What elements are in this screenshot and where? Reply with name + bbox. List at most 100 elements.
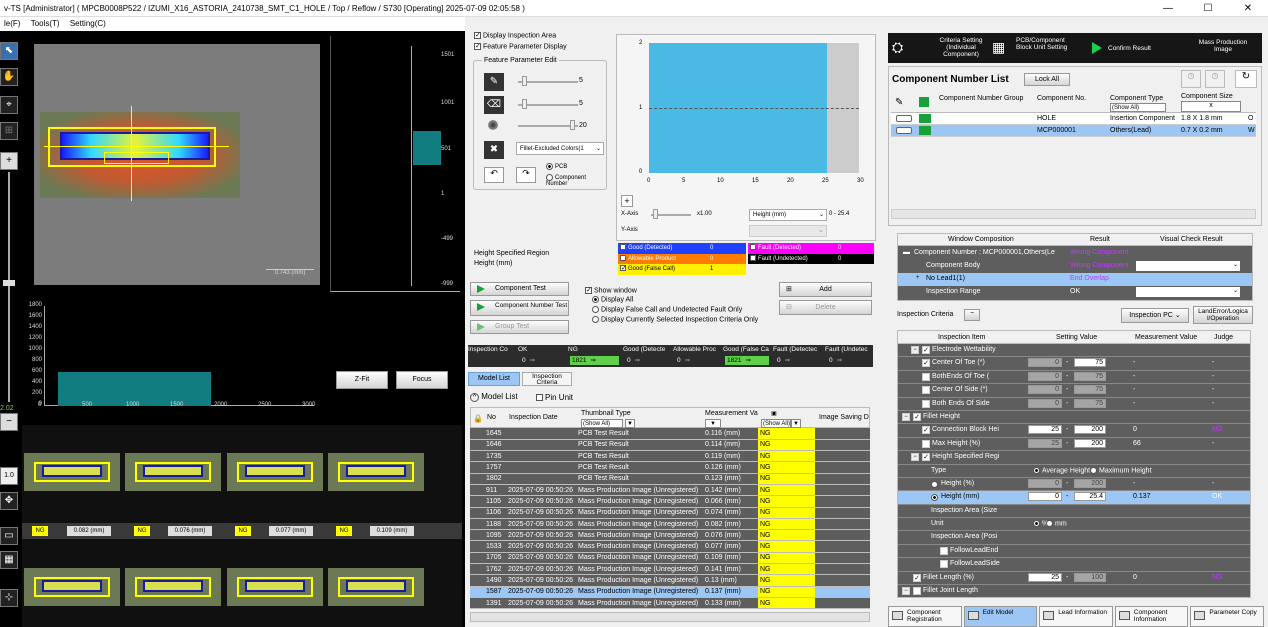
criteria-checkbox[interactable] — [922, 439, 930, 448]
criteria-row[interactable]: ✓ Fillet Length (%) 25-100 0 NG — [898, 572, 1250, 586]
criteria-radio[interactable] — [931, 494, 938, 502]
expand-icon[interactable]: + — [916, 275, 920, 281]
col-component-size[interactable]: Component Size — [1181, 93, 1233, 100]
group-test-button[interactable]: Group Test — [470, 320, 569, 334]
pen-slider[interactable] — [518, 81, 578, 83]
col-inspection-date[interactable]: Inspection Date — [509, 414, 558, 421]
mass-production-button[interactable]: Mass Production Image — [1180, 35, 1260, 61]
criteria-row[interactable]: Max Height (%) 25-200 66- — [898, 438, 1250, 452]
zoom-value[interactable]: 1.0 — [0, 467, 18, 485]
cnl-row[interactable]: HOLE Insertion Component 1.8 X 1.8 mm O — [891, 113, 1256, 125]
setting-high-input[interactable]: 200 — [1074, 425, 1106, 435]
criteria-checkbox[interactable] — [922, 372, 930, 381]
component-number-radio[interactable]: Component Number — [546, 174, 606, 187]
criteria-row[interactable]: ✓ Connection Block Hei 25-200 0 NG — [898, 424, 1250, 438]
criteria-checkbox[interactable]: ✓ — [913, 412, 921, 421]
dropdown-icon[interactable]: ▼ — [791, 419, 801, 428]
col-no[interactable]: No — [487, 414, 496, 421]
measure-tool-icon[interactable]: ⊞ — [0, 122, 18, 140]
feature-param-display-checkbox[interactable]: ✓ Feature Parameter Display — [474, 43, 567, 50]
table-row[interactable]: 1188 2025-07-09 00:50:26 Mass Production I… — [470, 518, 870, 531]
table-row[interactable]: 1105 2025-07-09 00:50:26 Mass Production I… — [470, 495, 870, 508]
setting-low-input[interactable]: 25 — [1028, 425, 1062, 435]
clock-icon[interactable]: ◷ — [1181, 70, 1201, 88]
pcb-radio[interactable]: PCB — [546, 163, 567, 170]
zfit-button[interactable]: Z-Fit — [336, 371, 388, 389]
tab-model-list[interactable]: Model List — [468, 372, 520, 386]
criteria-row[interactable]: − ✓ Fillet Height — [898, 411, 1250, 425]
criteria-row[interactable]: − ✓ Electrode Wettability — [898, 344, 1250, 358]
fillet-color-select[interactable]: Fillet-Excluded Colors(1 ⌄ — [516, 142, 604, 155]
setting-high-input[interactable]: 75 — [1074, 398, 1106, 408]
thumbnail[interactable] — [227, 453, 323, 491]
add-axis-icon[interactable]: + — [621, 195, 633, 207]
criteria-setting-button[interactable]: ⛭ Criteria Setting (Individual Component… — [890, 35, 986, 61]
criteria-row[interactable]: Inspection Area (Posi — [898, 531, 1250, 545]
grid-icon[interactable]: ⊹ — [0, 589, 18, 607]
col-component-group[interactable]: Component Number Group — [939, 95, 1023, 102]
setting-low-input[interactable]: 0 — [1028, 358, 1062, 368]
criteria-row[interactable]: Both Ends Of Side 0-75- - — [898, 398, 1250, 411]
cnl-row-selected[interactable]: MCP000001 Others(Lead) 0.7 X 0.2 mm W — [891, 125, 1256, 137]
show-window-checkbox[interactable]: ✓ Show window — [585, 287, 637, 294]
thumbnail[interactable] — [125, 568, 221, 606]
collapse-icon[interactable]: − — [911, 453, 919, 462]
size-slider-thumb[interactable] — [570, 120, 575, 130]
y-axis-select[interactable]: ⌄ — [749, 225, 827, 237]
clear-icon[interactable]: ✖ — [484, 141, 504, 159]
criteria-checkbox[interactable]: ✓ — [913, 573, 921, 582]
col-image-saving[interactable]: Image Saving D — [819, 414, 869, 421]
criteria-row[interactable]: Height (%) 0-200- - — [898, 478, 1250, 492]
table-row[interactable]: 911 2025-07-09 00:50:26 Mass Production Im… — [470, 484, 870, 497]
eraser-slider[interactable] — [518, 104, 578, 106]
type-option-2[interactable]: Maximum Height — [1090, 466, 1152, 474]
component-type-filter[interactable]: (Show All) — [1110, 103, 1166, 112]
col-thumbnail-type[interactable]: Thumbnail Type — [581, 410, 631, 417]
table-row[interactable]: 1391 2025-07-09 00:50:26 Mass Production I… — [470, 597, 870, 610]
criteria-row[interactable]: Type Average Height Maximum Height — [898, 465, 1250, 478]
table-row[interactable]: 1735 PCB Test Result 0.119 (mm) NG — [470, 450, 870, 463]
wc-row[interactable]: Component Body Wrong Component ⌄ — [898, 260, 1252, 273]
type-option-2[interactable]: mm — [1046, 520, 1067, 527]
crosshair-tool-icon[interactable]: ⌖ — [0, 96, 18, 114]
setting-low-input[interactable]: 0 — [1028, 492, 1062, 502]
criteria-row[interactable]: Height (mm) 0-25.4 0.137 OK — [898, 491, 1250, 505]
collapse-icon[interactable]: − — [902, 587, 910, 596]
x-axis-select[interactable]: Height (mm) ⌄ — [749, 209, 827, 221]
table-row[interactable]: 1490 2025-07-09 00:50:26 Mass Production I… — [470, 574, 870, 587]
eraser-icon[interactable]: ⌫ — [484, 96, 504, 114]
setting-low-input[interactable]: 0 — [1028, 398, 1062, 408]
table-row[interactable]: 1095 2025-07-09 00:50:26 Mass Production I… — [470, 529, 870, 542]
collapse-icon[interactable]: − — [911, 346, 919, 354]
menu-setting[interactable]: Setting(C) — [70, 19, 106, 28]
hand-tool-icon[interactable]: ✋ — [0, 68, 18, 86]
setting-low-input[interactable]: 25 — [1028, 572, 1062, 582]
criteria-row[interactable]: FollowLeadEnd — [898, 545, 1250, 559]
thumbnail[interactable] — [125, 453, 221, 491]
visual-check-select[interactable]: ⌄ — [1136, 287, 1240, 297]
eraser-slider-thumb[interactable] — [522, 99, 527, 109]
criteria-checkbox[interactable] — [940, 546, 948, 555]
criteria-row[interactable]: − ✓ Height Specified Regi — [898, 451, 1250, 465]
zoom-in-icon[interactable]: + — [0, 152, 18, 170]
criteria-collapse-button[interactable]: − — [964, 309, 980, 321]
wc-row-selected[interactable]: + No Lead1(1) End Overlap — [898, 273, 1252, 286]
component-number-test-button[interactable]: Component Number Test — [470, 300, 569, 316]
visual-check-select[interactable]: ⌄ — [1136, 261, 1240, 271]
collapse-icon[interactable]: − — [902, 412, 910, 421]
lock-all-button[interactable]: Lock All — [1024, 73, 1070, 86]
history-icon[interactable]: ◷ — [1205, 70, 1225, 88]
table-row[interactable]: 1802 PCB Test Result 0.123 (mm) NG — [470, 473, 870, 485]
cnl-scrollbar[interactable] — [891, 209, 1256, 219]
display-current-radio[interactable]: Display Currently Selected Inspection Cr… — [592, 316, 758, 323]
redo-icon[interactable]: ↷ — [516, 167, 536, 183]
criteria-checkbox[interactable]: ✓ — [922, 359, 930, 368]
criteria-checkbox[interactable] — [922, 386, 930, 395]
bottom-tab[interactable]: Component Information — [1114, 606, 1189, 627]
zoom-slider-track[interactable] — [8, 172, 10, 402]
bottom-tab[interactable]: Component Registration — [888, 606, 962, 627]
block-unit-setting-button[interactable]: ▦ PCB/Component Block Unit Setting — [988, 35, 1084, 61]
thumbnail[interactable] — [328, 568, 424, 606]
criteria-checkbox[interactable]: ✓ — [922, 426, 930, 435]
menu-file[interactable]: le(F) — [4, 19, 20, 28]
